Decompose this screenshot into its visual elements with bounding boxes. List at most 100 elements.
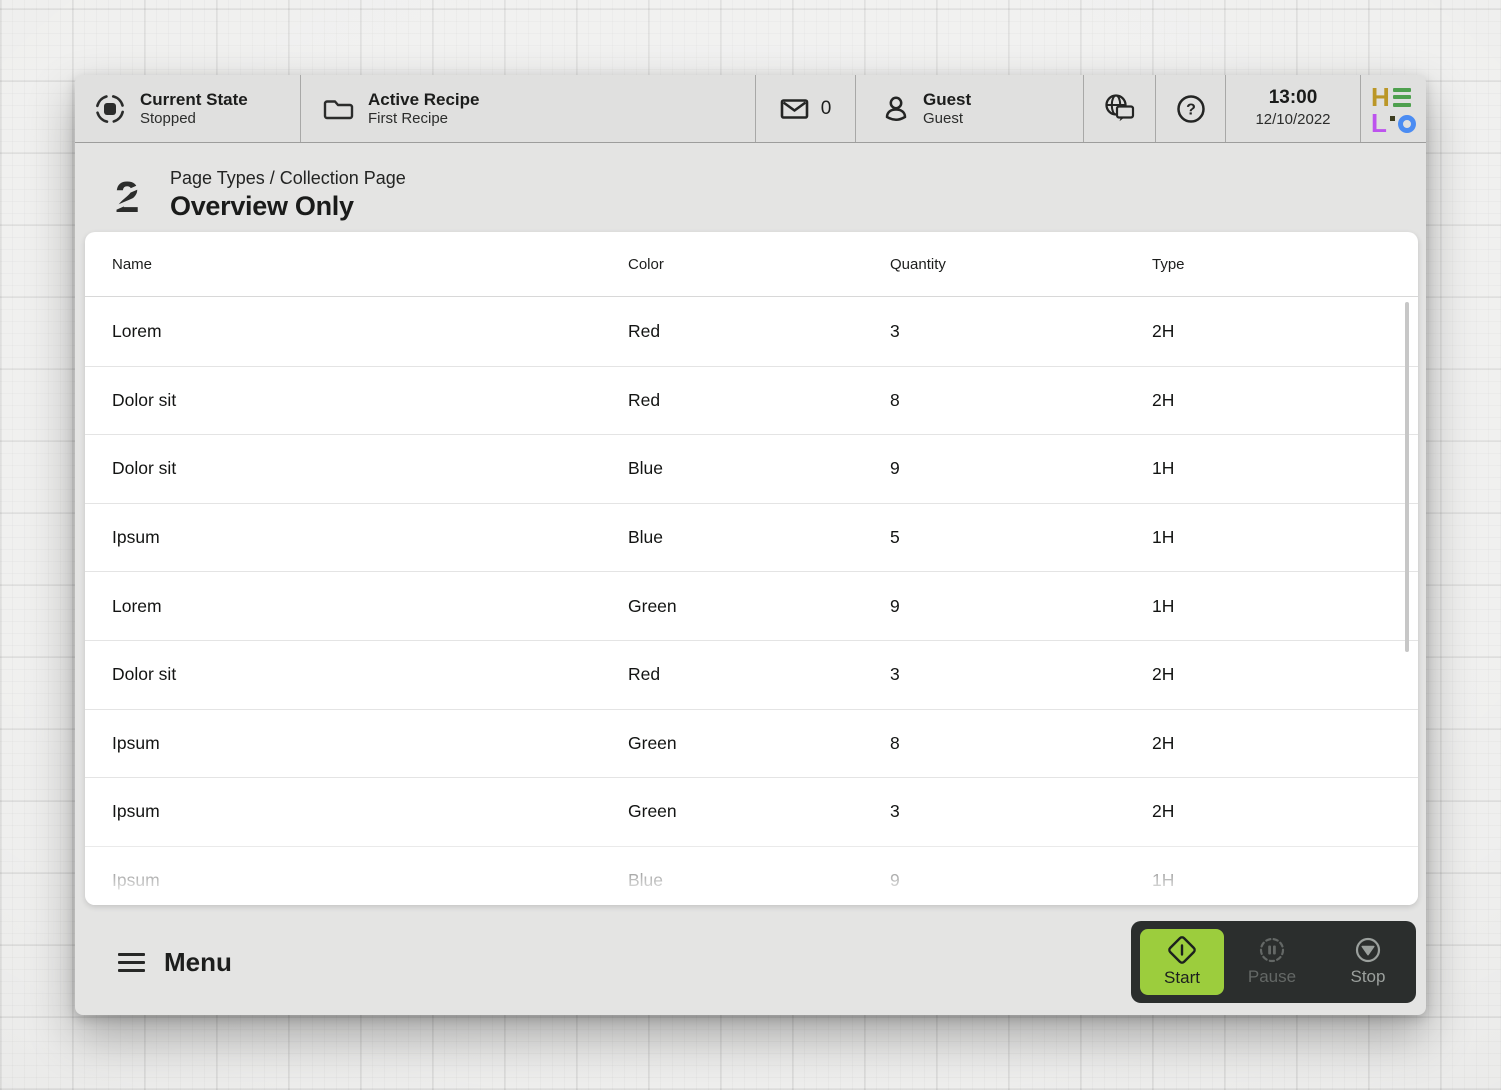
user-value: Guest — [923, 110, 971, 129]
top-bar: Current State Stopped Active Recipe Firs… — [75, 75, 1426, 143]
cell-color: Blue — [628, 527, 890, 548]
user-label: Guest — [923, 89, 971, 110]
svg-text:?: ? — [1186, 101, 1196, 118]
table-row: Ipsum Blue 9 1H — [85, 846, 1418, 905]
clock-time: 13:00 — [1255, 87, 1330, 110]
table-row: Lorem Green 9 1H — [85, 571, 1418, 640]
page-title: Overview Only — [170, 190, 406, 222]
user-button[interactable]: Guest Guest — [856, 75, 1084, 142]
pause-button-label: Pause — [1248, 967, 1296, 987]
cell-color: Red — [628, 664, 890, 685]
cell-quantity: 5 — [890, 527, 1152, 548]
cell-quantity: 8 — [890, 390, 1152, 411]
column-header: Name — [112, 256, 628, 273]
logo-letter-i-dot — [1390, 116, 1395, 121]
cell-type: 2H — [1152, 733, 1418, 754]
table-scrollbar[interactable] — [1405, 302, 1409, 652]
column-header: Color — [628, 256, 890, 273]
cell-quantity: 8 — [890, 733, 1152, 754]
logo-letter-l: L — [1371, 112, 1387, 134]
column-header: Type — [1152, 256, 1418, 273]
cell-name: Ipsum — [112, 527, 628, 548]
table-row: Ipsum Green 3 2H — [85, 777, 1418, 846]
stop-button[interactable]: Stop — [1320, 929, 1416, 995]
start-button-label: Start — [1164, 968, 1200, 988]
current-state-label: Current State — [140, 89, 248, 110]
active-recipe-label: Active Recipe — [368, 89, 480, 110]
envelope-icon — [780, 97, 809, 121]
stop-button-label: Stop — [1351, 967, 1386, 987]
cell-name: Lorem — [112, 596, 628, 617]
cell-quantity: 3 — [890, 801, 1152, 822]
table-row: Lorem Red 3 2H — [85, 297, 1418, 366]
cell-name: Ipsum — [112, 801, 628, 822]
cell-type: 1H — [1152, 458, 1418, 479]
breadcrumb: Page Types / Collection Page — [170, 167, 406, 190]
cell-type: 1H — [1152, 870, 1418, 891]
active-recipe-section: Active Recipe First Recipe — [301, 75, 756, 142]
app-window: Current State Stopped Active Recipe Firs… — [75, 75, 1426, 1015]
helio-logo: H L — [1371, 84, 1416, 134]
cell-quantity: 9 — [890, 458, 1152, 479]
table-row: Ipsum Blue 5 1H — [85, 503, 1418, 572]
clock-section: 13:00 12/10/2022 — [1226, 75, 1361, 142]
clock-date: 12/10/2022 — [1255, 110, 1330, 130]
hamburger-icon — [118, 953, 145, 972]
menu-button[interactable]: Menu — [118, 947, 232, 978]
language-globe-icon — [1102, 93, 1138, 125]
cell-name: Dolor sit — [112, 664, 628, 685]
cell-color: Blue — [628, 870, 890, 891]
cell-color: Red — [628, 390, 890, 411]
table-header-row: NameColorQuantityType — [85, 232, 1418, 297]
cell-quantity: 3 — [890, 321, 1152, 342]
machine-controls-panel: Start Pause Stop — [1131, 921, 1416, 1003]
cell-type: 1H — [1152, 527, 1418, 548]
start-button[interactable]: Start — [1140, 929, 1224, 995]
cell-quantity: 9 — [890, 596, 1152, 617]
pause-button[interactable]: Pause — [1224, 929, 1320, 995]
cell-color: Green — [628, 801, 890, 822]
active-recipe-value: First Recipe — [368, 110, 480, 129]
table-row: Dolor sit Red 8 2H — [85, 366, 1418, 435]
logo-section: H L — [1361, 75, 1426, 142]
table-row: Ipsum Green 8 2H — [85, 709, 1418, 778]
table-row: Dolor sit Blue 9 1H — [85, 434, 1418, 503]
page-header: 2 Page Types / Collection Page Overview … — [75, 143, 1426, 231]
cell-color: Green — [628, 596, 890, 617]
stopped-state-icon — [93, 92, 127, 126]
cell-color: Red — [628, 321, 890, 342]
logo-letter-h: H — [1371, 86, 1390, 108]
cell-name: Dolor sit — [112, 458, 628, 479]
cell-type: 2H — [1152, 801, 1418, 822]
messages-count: 0 — [821, 98, 832, 120]
help-button[interactable]: ? — [1156, 75, 1226, 142]
pause-icon — [1258, 936, 1286, 964]
cell-name: Dolor sit — [112, 390, 628, 411]
cell-color: Blue — [628, 458, 890, 479]
folder-icon — [323, 95, 355, 123]
page-type-icon: 2 — [110, 172, 147, 218]
table-body: Lorem Red 3 2H Dolor sit Red 8 2H Dolor … — [85, 297, 1418, 905]
menu-button-label: Menu — [164, 947, 232, 978]
table-card: NameColorQuantityType Lorem Red 3 2H Dol… — [85, 232, 1418, 905]
column-header: Quantity — [890, 256, 1152, 273]
cell-type: 1H — [1152, 596, 1418, 617]
start-icon — [1167, 935, 1197, 965]
cell-color: Green — [628, 733, 890, 754]
messages-button[interactable]: 0 — [756, 75, 856, 142]
current-state-value: Stopped — [140, 110, 248, 129]
cell-quantity: 9 — [890, 870, 1152, 891]
logo-letter-e-bars — [1393, 88, 1411, 108]
cell-name: Lorem — [112, 321, 628, 342]
current-state-section: Current State Stopped — [75, 75, 301, 142]
help-icon: ? — [1175, 93, 1207, 125]
cell-name: Ipsum — [112, 733, 628, 754]
stop-icon — [1354, 936, 1382, 964]
cell-type: 2H — [1152, 664, 1418, 685]
cell-type: 2H — [1152, 321, 1418, 342]
cell-type: 2H — [1152, 390, 1418, 411]
language-button[interactable] — [1084, 75, 1156, 142]
logo-letter-o — [1398, 115, 1416, 133]
table-row: Dolor sit Red 3 2H — [85, 640, 1418, 709]
cell-name: Ipsum — [112, 870, 628, 891]
